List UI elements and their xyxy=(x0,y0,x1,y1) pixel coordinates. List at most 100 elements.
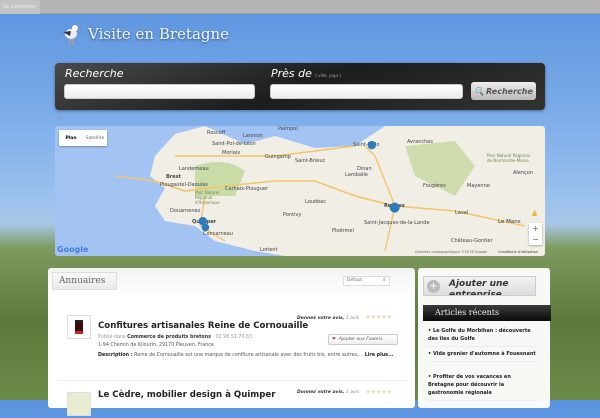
map-place: Avranches xyxy=(407,139,433,145)
map-place: Douarnenez xyxy=(170,208,201,214)
plus-icon: + xyxy=(427,280,440,293)
zoom-in-button[interactable]: + xyxy=(529,223,542,234)
map-place: Morlaix xyxy=(222,150,241,156)
chevron-down-icon: ⇕ xyxy=(382,278,386,283)
top-bar: Se connecter xyxy=(0,0,600,14)
map-marker-icon[interactable]: ● xyxy=(389,200,400,215)
map-attribution: Données cartographiques ©2016 Google xyxy=(415,250,488,254)
review-link[interactable]: Donnez votre avis, 1 avis xyxy=(297,316,359,321)
map-place: Alençon xyxy=(513,170,534,176)
map-place: Paimpol xyxy=(278,126,298,132)
zoom-out-button[interactable]: − xyxy=(529,234,542,245)
map-place: Brest xyxy=(166,174,182,180)
site-title: Visite en Bretagne xyxy=(88,25,230,43)
map-place: Loudéac xyxy=(305,199,326,205)
site-logo[interactable]: Visite en Bretagne xyxy=(58,22,229,46)
map-place: Le Mans xyxy=(498,219,521,225)
map-place: Lannion xyxy=(243,133,263,139)
map-place: Carhaix-Plouguer xyxy=(225,186,269,192)
location-label: Près de ( ville, pays ) xyxy=(271,67,341,80)
map-place: Roscoff xyxy=(207,130,226,136)
description-label: Description : xyxy=(98,353,133,358)
sidebar: + Ajouter une entreprise Articles récent… xyxy=(418,268,551,408)
map-marker-icon[interactable]: ● xyxy=(367,138,377,151)
review-label: Donnez votre avis, xyxy=(297,390,345,395)
article-title: Le Golfe du Morbihan : découverte des îl… xyxy=(428,328,531,342)
location-input[interactable] xyxy=(270,84,463,99)
article-title: Profiter de vos vacances en Bretagne pou… xyxy=(428,374,511,396)
listing: Confitures artisanales Reine de Cornouai… xyxy=(67,313,403,375)
listing-meta: Publié dans Commerce de produits bretons… xyxy=(98,335,252,340)
listing-address: 1-94 Chemin de Kilourin, 29170 Pleuven, … xyxy=(98,343,214,348)
map-marker-icon[interactable]: ● xyxy=(201,222,210,233)
map-place: Lamballe xyxy=(345,172,368,178)
map-place: Pontivy xyxy=(283,212,302,218)
map-place: Château-Gontier xyxy=(451,238,493,244)
published-label: Publié dans xyxy=(98,335,126,340)
listing-thumbnail[interactable] xyxy=(67,392,91,416)
map-type-satellite[interactable]: Satellite xyxy=(83,136,107,141)
directory-panel: Annuaires Défaut ⇕ Confitures artisanales… xyxy=(48,268,415,416)
sort-value: Défaut xyxy=(347,278,363,283)
zoom-control: + − xyxy=(529,223,542,245)
search-label: Recherche xyxy=(65,67,124,80)
review-count: 1 avis xyxy=(345,390,360,395)
map-type-plan[interactable]: Plan xyxy=(59,136,83,141)
map-place: Fougères xyxy=(423,183,446,189)
sort-select[interactable]: Défaut ⇕ xyxy=(343,276,390,286)
rating-stars[interactable]: ★★★★★ xyxy=(365,388,392,396)
map-toggle-icon[interactable]: ⚲ xyxy=(58,114,63,122)
location-hint: ( ville, pays ) xyxy=(315,73,342,78)
listing-title[interactable]: Le Cèdre, mobilier design à Quimper xyxy=(98,390,275,400)
add-favorite-button[interactable]: ❤ Ajouter aux Favoris xyxy=(328,334,398,345)
read-more-link[interactable]: Lire plus... xyxy=(365,353,394,358)
map-place: Lorient xyxy=(260,247,278,253)
location-label-text: Près de xyxy=(271,67,312,80)
pegman-icon[interactable]: ♟ xyxy=(531,209,538,218)
article-title: Vide grenier d'automne à Fouesnant xyxy=(432,351,536,357)
article-link[interactable]: • Vide grenier d'automne à Fouesnant xyxy=(428,350,538,362)
divider xyxy=(58,380,408,381)
map-terms-link[interactable]: Conditions d'utilisation xyxy=(498,250,538,254)
search-panel: Recherche Près de ( ville, pays ) 🔍 Rech… xyxy=(55,63,545,110)
map-place: Saint-Brieuc xyxy=(295,158,326,164)
map-place: Dinan xyxy=(357,166,372,172)
tab-annuaires[interactable]: Annuaires xyxy=(52,272,117,290)
search-input[interactable] xyxy=(64,84,255,99)
description-text: Reine de Cornouaille est une marque de c… xyxy=(134,353,364,358)
recent-articles-heading: Articles récents xyxy=(423,305,551,321)
magnifier-icon: 🔍 xyxy=(474,86,485,96)
map-place: Guingamp xyxy=(265,154,291,160)
phone: 02.98.51.70.83 xyxy=(215,335,253,340)
search-button-label: Recherche xyxy=(486,86,533,96)
map-place: Ploërmel xyxy=(332,228,354,234)
listing: Le Cèdre, mobilier design à Quimper Donn… xyxy=(67,388,402,418)
map-place: Parc Naturel Régional d'Armorique xyxy=(195,190,220,205)
map-place: Parc Naturel Régional de Normandie-Maine xyxy=(487,153,530,163)
article-link[interactable]: • Profiter de vos vacances en Bretagne p… xyxy=(428,373,538,401)
listing-thumbnail[interactable] xyxy=(67,315,91,339)
category-link[interactable]: Commerce de produits bretons xyxy=(127,335,211,340)
map-place: Plougastel-Daoulas xyxy=(160,182,208,188)
map[interactable]: Roscoff Lannion Paimpol Saint-Pol-de-Léo… xyxy=(55,126,545,256)
seagull-icon xyxy=(63,25,80,45)
review-label: Donnez votre avis, xyxy=(297,316,345,321)
article-link[interactable]: • Le Golfe du Morbihan : découverte des … xyxy=(428,327,538,347)
map-place: Laval xyxy=(455,210,469,216)
heart-icon: ❤ xyxy=(332,337,336,342)
jam-jar-icon xyxy=(75,320,83,334)
add-favorite-label: Ajouter aux Favoris xyxy=(338,337,383,342)
map-place: Saint-Jacques-de-la-Lande xyxy=(364,220,430,226)
review-link[interactable]: Donnez votre avis, 1 avis xyxy=(297,390,359,395)
add-business-label: Ajouter une entreprise xyxy=(449,279,509,296)
map-place: Mayenne xyxy=(467,183,490,189)
add-business-button[interactable]: + Ajouter une entreprise xyxy=(423,276,536,296)
google-logo: Google xyxy=(57,245,89,254)
listing-description: Description : Reine de Cornouaille est u… xyxy=(98,351,403,360)
login-link[interactable]: Se connecter xyxy=(0,0,40,14)
search-button[interactable]: 🔍 Recherche xyxy=(471,82,536,100)
listing-title[interactable]: Confitures artisanales Reine de Cornouai… xyxy=(98,321,308,331)
map-canvas xyxy=(55,126,526,256)
map-type-control: Plan Satellite xyxy=(59,130,107,146)
rating-stars[interactable]: ★★★★★ xyxy=(365,313,392,321)
